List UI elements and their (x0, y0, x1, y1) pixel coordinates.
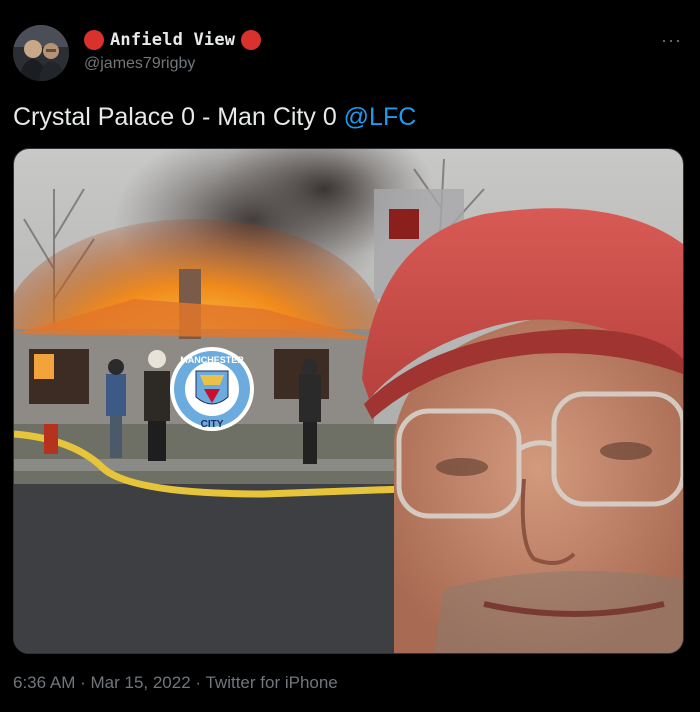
badge-top-text: MANCHESTER (180, 355, 244, 365)
author-name-row[interactable]: Anfield View (84, 30, 262, 50)
author-display-name[interactable]: Anfield View (110, 30, 235, 50)
tweet-source[interactable]: Twitter for iPhone (205, 673, 337, 692)
separator: · (75, 673, 91, 692)
red-circle-emoji-icon (241, 30, 262, 50)
tweet-text: Crystal Palace 0 - Man City 0 @LFC (13, 103, 416, 132)
tweet-date[interactable]: Mar 15, 2022 (90, 673, 190, 692)
more-horizontal-icon[interactable]: ··· (661, 30, 682, 51)
tweet-time[interactable]: 6:36 AM (13, 673, 75, 692)
red-circle-emoji-icon (84, 30, 104, 50)
mention-link[interactable]: @LFC (344, 103, 417, 131)
author-handle[interactable]: @james79rigby (84, 55, 195, 73)
meme-photo: MANCHESTER CITY (14, 149, 683, 653)
badge-bottom-text: CITY (201, 419, 224, 430)
separator: · (190, 673, 206, 692)
profile-avatar[interactable] (13, 25, 69, 81)
tweet-media-image[interactable]: MANCHESTER CITY (13, 148, 684, 654)
tweet-metadata: 6:36 AM · Mar 15, 2022 · Twitter for iPh… (13, 673, 338, 693)
tweet-body: Crystal Palace 0 - Man City 0 (13, 103, 344, 131)
